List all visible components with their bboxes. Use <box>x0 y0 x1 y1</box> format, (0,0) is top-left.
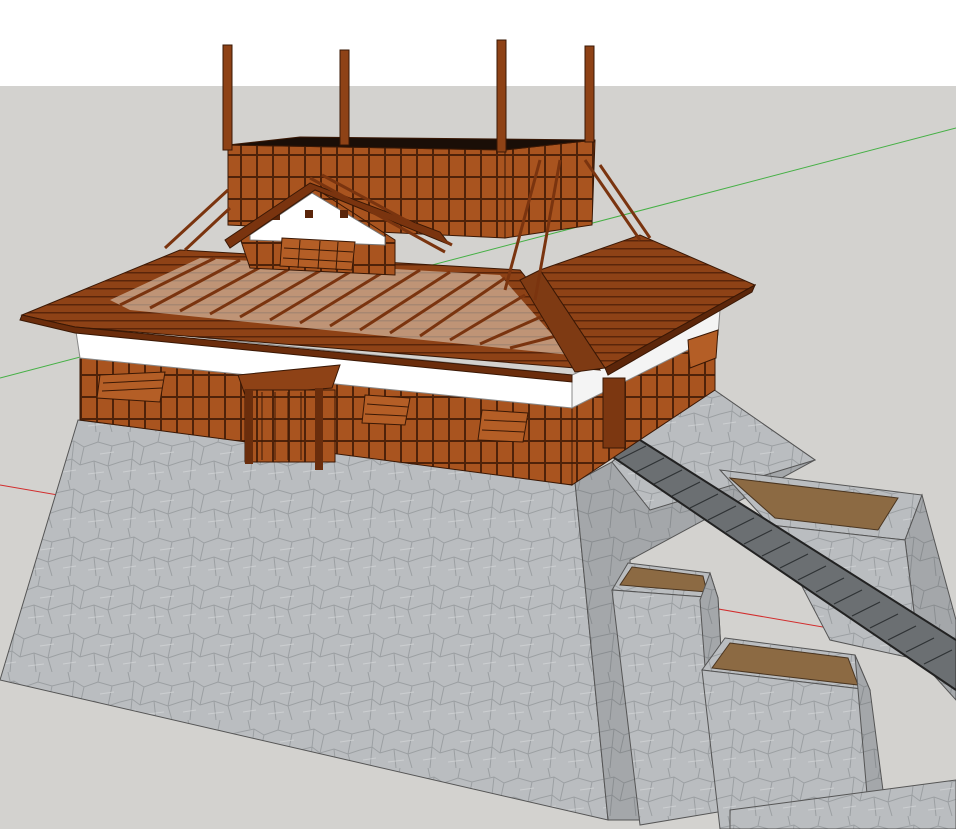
side-door[interactable] <box>602 377 626 449</box>
entrance-gate[interactable] <box>237 364 341 470</box>
window-shutter-right[interactable] <box>477 409 529 443</box>
window-shutter-left[interactable] <box>96 371 166 403</box>
scene-canvas[interactable] <box>0 0 956 829</box>
sky <box>0 0 956 86</box>
window-shutter-center[interactable] <box>361 394 411 426</box>
3d-viewport[interactable] <box>0 0 956 829</box>
gable-window[interactable] <box>279 237 356 271</box>
